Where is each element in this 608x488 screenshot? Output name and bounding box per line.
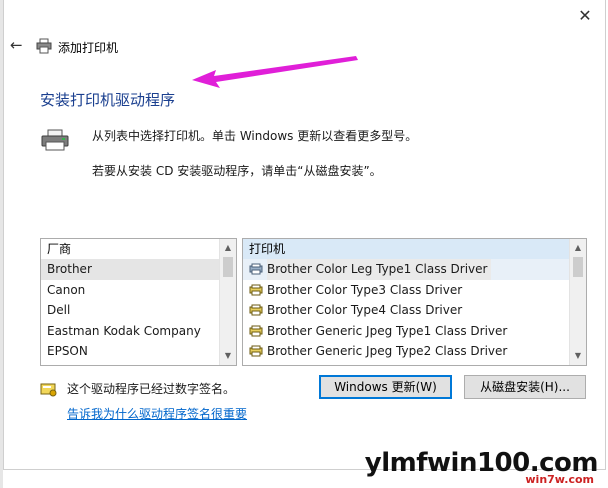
windows-update-button[interactable]: Windows 更新(W) — [319, 375, 452, 399]
list-item[interactable]: Brother Color Type4 Class Driver — [243, 300, 586, 321]
driver-icon — [249, 304, 263, 316]
scroll-down-icon[interactable]: ▼ — [220, 348, 236, 364]
window-title: 添加打印机 — [58, 41, 119, 55]
manufacturer-list[interactable]: 厂商 Brother Canon Dell Eastman Kodak Comp… — [40, 238, 237, 366]
manufacturer-list-header: 厂商 — [47, 242, 72, 256]
printer-list[interactable]: 打印机 Brother Color Leg Type1 Class Driver… — [242, 238, 587, 366]
list-item[interactable]: Brother Color Leg Type1 Class Driver — [243, 259, 586, 280]
list-item[interactable]: Eastman Kodak Company — [41, 321, 236, 342]
annotation-arrow — [192, 56, 358, 88]
driver-icon — [249, 284, 263, 296]
scroll-thumb[interactable] — [573, 257, 583, 277]
manufacturer-scrollbar[interactable]: ▲ ▼ — [219, 239, 236, 365]
description-line-1: 从列表中选择打印机。单击 Windows 更新以查看更多型号。 — [92, 129, 418, 143]
list-item[interactable]: Dell — [41, 300, 236, 321]
list-item[interactable]: Brother — [41, 259, 236, 280]
scroll-up-icon[interactable]: ▲ — [570, 240, 586, 256]
list-item[interactable]: EPSON — [41, 341, 236, 362]
driver-icon — [249, 345, 263, 357]
list-item-label: Brother Color Type3 Class Driver — [267, 282, 463, 297]
printer-list-header: 打印机 — [243, 239, 586, 259]
description-line-2: 若要从安装 CD 安装驱动程序，请单击“从磁盘安装”。 — [92, 164, 382, 178]
signature-status: 这个驱动程序已经过数字签名。 — [67, 382, 236, 396]
printer-icon — [36, 38, 52, 54]
printer-large-icon — [41, 129, 69, 151]
signed-driver-icon — [40, 383, 57, 397]
list-item-label: Brother Color Type4 Class Driver — [267, 303, 463, 317]
driver-icon — [249, 325, 263, 337]
list-item[interactable]: Brother Generic Jpeg Type1 Class Driver — [243, 321, 586, 342]
list-item[interactable]: Canon — [41, 280, 236, 301]
scroll-down-icon[interactable]: ▼ — [570, 348, 586, 364]
list-item-label: Brother Generic Jpeg Type1 Class Driver — [267, 323, 508, 338]
watermark-sub: win7w.com — [525, 473, 594, 486]
scroll-up-icon[interactable]: ▲ — [220, 240, 236, 256]
page-heading: 安装打印机驱动程序 — [40, 91, 176, 109]
list-item-label: Brother Generic Jpeg Type2 Class Driver — [267, 344, 508, 358]
signature-info-link[interactable]: 告诉我为什么驱动程序签名很重要 — [67, 405, 247, 422]
list-item[interactable]: Brother Color Type3 Class Driver — [243, 280, 586, 301]
list-item[interactable]: Brother Generic Jpeg Type2 Class Driver — [243, 341, 586, 362]
printer-scrollbar[interactable]: ▲ ▼ — [569, 239, 586, 365]
list-item-label: Brother Color Leg Type1 Class Driver — [267, 259, 492, 280]
close-icon[interactable]: ✕ — [577, 8, 593, 24]
driver-icon — [249, 263, 263, 275]
scroll-thumb[interactable] — [223, 257, 233, 277]
back-arrow-icon[interactable]: ← — [10, 38, 24, 53]
have-disk-button[interactable]: 从磁盘安装(H)... — [464, 375, 586, 399]
